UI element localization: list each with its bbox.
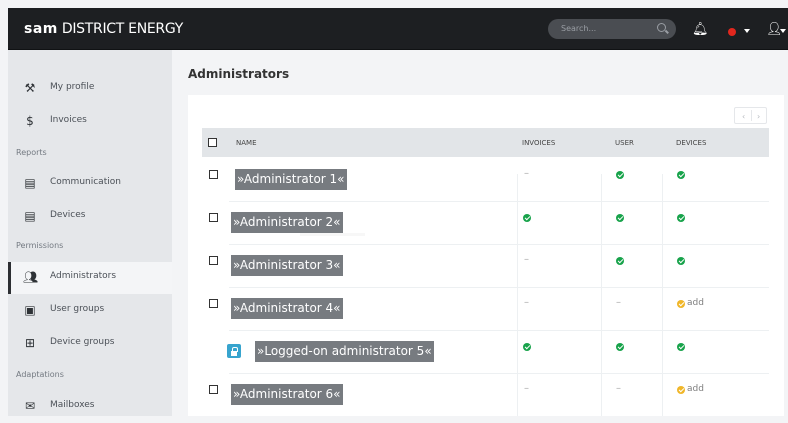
- sidebar-item-my-profile[interactable]: ⚒ My profile: [8, 73, 172, 105]
- sidebar-item-label: Invoices: [50, 115, 87, 125]
- sidebar-item-label: Administrators: [50, 271, 117, 281]
- admin-name[interactable]: »Administrator 1«: [235, 169, 347, 190]
- row-checkbox[interactable]: [209, 170, 218, 179]
- status-caret-icon[interactable]: [744, 29, 750, 33]
- admin-name[interactable]: »Administrator 2«: [231, 212, 343, 233]
- pager-divider: [751, 110, 752, 121]
- devices-warning-icon: [677, 300, 685, 308]
- devices-ok-icon: [677, 171, 685, 179]
- invoices-ok-icon: [523, 214, 531, 222]
- admin-name[interactable]: »Administrator 3«: [231, 255, 343, 276]
- invoices-none: –: [524, 254, 529, 265]
- devices-ok-icon: [677, 257, 685, 265]
- administrators-panel: ‹ › NAME INVOICES USER DEVICES »Administ…: [188, 95, 784, 416]
- sidebar: ⚒ My profile $ Invoices Reports ▤ Commun…: [8, 50, 172, 416]
- sidebar-section-adaptations: Adaptations: [16, 370, 64, 379]
- sidebar-item-invoices[interactable]: $ Invoices: [8, 106, 172, 138]
- sidebar-item-mailboxes[interactable]: ✉ Mailboxes: [8, 391, 172, 423]
- column-name[interactable]: NAME: [236, 139, 257, 147]
- devices-ok-icon: [677, 214, 685, 222]
- document-icon: ▤: [24, 176, 36, 190]
- user-caret-icon[interactable]: [780, 29, 786, 33]
- document-icon: ▤: [24, 209, 36, 223]
- row-checkbox[interactable]: [209, 385, 218, 394]
- admin-name[interactable]: »Administrator 4«: [231, 298, 343, 319]
- sidebar-item-device-groups[interactable]: ⊞ Device groups: [8, 328, 172, 360]
- search-icon[interactable]: [657, 23, 666, 32]
- table-row[interactable]: »Administrator 6« – – add: [202, 374, 769, 417]
- sidebar-section-reports: Reports: [16, 148, 47, 157]
- table-row-logged-on[interactable]: »Logged-on administrator 5«: [202, 331, 769, 374]
- wrench-icon: ⚒: [24, 81, 36, 95]
- column-user[interactable]: USER: [615, 139, 634, 147]
- invoices-none: –: [524, 168, 529, 179]
- sidebar-item-communication[interactable]: ▤ Communication: [8, 168, 172, 200]
- sidebar-item-label: My profile: [50, 82, 95, 92]
- sidebar-item-label: User groups: [50, 304, 105, 314]
- brand-rest: DISTRICT ENERGY: [61, 21, 183, 37]
- main-content: Administrators ‹ › NAME INVOICES USER DE…: [172, 50, 788, 416]
- sidebar-section-permissions: Permissions: [16, 241, 64, 250]
- sidebar-item-administrators[interactable]: 👥︎ Administrators: [8, 262, 172, 294]
- users-icon: 👥︎: [23, 270, 39, 284]
- user-ok-icon: [616, 214, 624, 222]
- invoices-none: –: [524, 383, 529, 394]
- add-devices-link[interactable]: add: [687, 384, 704, 394]
- table-row[interactable]: »Administrator 1« –: [202, 159, 769, 202]
- sidebar-item-label: Communication: [50, 177, 121, 187]
- sidebar-item-label: Device groups: [50, 337, 115, 347]
- app-brand[interactable]: sam DISTRICT ENERGY: [24, 21, 183, 37]
- table-row[interactable]: »Administrator 4« – – add: [202, 288, 769, 331]
- devices-ok-icon: [677, 343, 685, 351]
- select-all-checkbox[interactable]: [208, 138, 217, 147]
- row-checkbox[interactable]: [209, 299, 218, 308]
- table-row[interactable]: »Administrator 3« –: [202, 245, 769, 288]
- mail-icon: ✉: [24, 399, 36, 413]
- column-devices[interactable]: DEVICES: [676, 139, 706, 147]
- lock-icon: [227, 344, 241, 358]
- admin-name[interactable]: »Logged-on administrator 5«: [255, 341, 434, 362]
- device-group-icon: ⊞: [24, 336, 36, 350]
- column-invoices[interactable]: INVOICES: [522, 139, 555, 147]
- search-placeholder: Search...: [561, 24, 597, 33]
- pager: ‹ ›: [734, 107, 767, 124]
- bell-icon[interactable]: 🔔︎: [692, 22, 709, 37]
- row-checkbox[interactable]: [209, 213, 218, 222]
- row-checkbox[interactable]: [209, 256, 218, 265]
- red-dot-icon[interactable]: [728, 28, 736, 36]
- dollar-icon: $: [26, 114, 34, 128]
- user-ok-icon: [616, 257, 624, 265]
- sidebar-item-user-groups[interactable]: ▣ User groups: [8, 295, 172, 327]
- page-title: Administrators: [188, 67, 290, 81]
- user-none: –: [616, 383, 621, 394]
- devices-warning-icon: [677, 386, 685, 394]
- search-input[interactable]: Search...: [548, 19, 676, 39]
- table-row[interactable]: »Administrator 2«: [202, 202, 769, 245]
- invoices-ok-icon: [523, 343, 531, 351]
- user-ok-icon: [616, 343, 624, 351]
- next-page-button[interactable]: ›: [757, 112, 760, 121]
- group-icon: ▣: [24, 303, 36, 317]
- table-header: NAME INVOICES USER DEVICES: [202, 128, 769, 157]
- user-none: –: [616, 297, 621, 308]
- top-bar: sam DISTRICT ENERGY Search... 🔔︎ 👤︎: [8, 8, 788, 50]
- sidebar-item-devices[interactable]: ▤ Devices: [8, 201, 172, 233]
- admin-name[interactable]: »Administrator 6«: [231, 384, 343, 405]
- add-devices-link[interactable]: add: [687, 298, 704, 308]
- brand-strong: sam: [24, 21, 58, 37]
- prev-page-button[interactable]: ‹: [742, 112, 745, 121]
- user-ok-icon: [616, 171, 624, 179]
- invoices-none: –: [524, 297, 529, 308]
- sidebar-item-label: Devices: [50, 210, 86, 220]
- sidebar-item-label: Mailboxes: [50, 400, 95, 410]
- name-underline: [300, 233, 365, 236]
